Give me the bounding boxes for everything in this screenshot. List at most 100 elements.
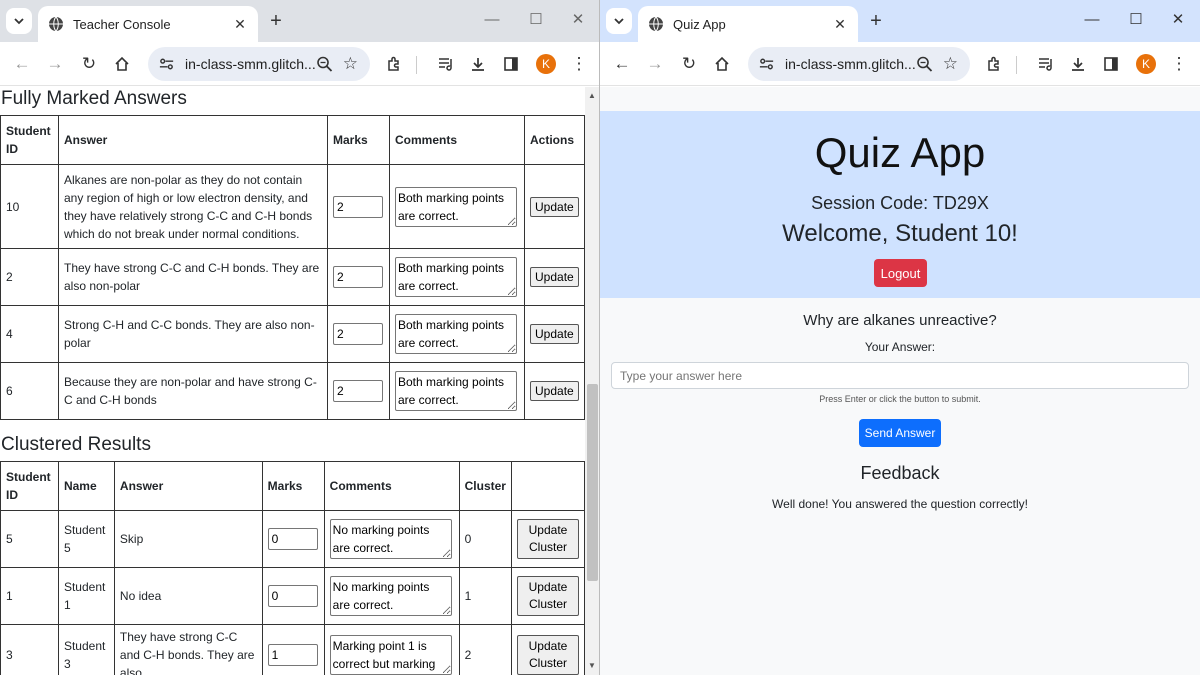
answer-cell: No idea [113, 567, 263, 625]
maximize-icon[interactable]: ☐ [1126, 10, 1146, 30]
action-cell: Update Cluster [511, 624, 585, 675]
comment-textarea[interactable]: No marking points are correct. [329, 519, 452, 559]
teacher-console-window: Teacher Console ✕ + — ☐ ✕ ← → ↻ in-class… [0, 0, 600, 675]
update-button[interactable]: Update [530, 324, 579, 344]
table-row: 3 Student 3 They have strong C-C and C-H… [0, 624, 585, 675]
zoom-icon[interactable] [916, 56, 933, 72]
back-icon[interactable]: ← [10, 52, 34, 76]
back-icon[interactable]: ← [610, 52, 634, 76]
marks-input[interactable] [333, 266, 383, 288]
reading-list-icon[interactable] [434, 52, 458, 76]
reload-icon[interactable]: ↻ [77, 52, 101, 76]
site-info-icon[interactable] [158, 55, 175, 73]
student-id-cell: 6 [0, 362, 59, 420]
answer-cell: Strong C-H and C-C bonds. They are also … [58, 305, 328, 363]
scroll-up-arrow-icon[interactable]: ▲ [588, 91, 596, 100]
marks-input[interactable] [267, 644, 318, 666]
zoom-icon[interactable] [316, 56, 333, 72]
menu-kebab-icon[interactable]: ⋮ [1167, 52, 1191, 76]
profile-avatar[interactable]: K [1136, 54, 1156, 74]
new-tab-button[interactable]: + [266, 10, 286, 32]
comments-cell: Both marking points are correct. [389, 362, 525, 420]
minimize-icon[interactable]: — [482, 10, 502, 30]
marks-cell [327, 305, 390, 363]
bookmark-star-icon[interactable]: ☆ [343, 54, 358, 74]
marks-cell [261, 510, 325, 568]
home-icon[interactable] [710, 52, 734, 76]
download-icon[interactable] [466, 52, 490, 76]
comment-textarea[interactable]: Both marking points are correct. [395, 186, 517, 227]
update-cluster-button[interactable]: Update Cluster [517, 576, 579, 616]
chevron-down-icon [614, 18, 624, 25]
profile-avatar[interactable]: K [536, 54, 556, 74]
browser-tab[interactable]: Teacher Console ✕ [38, 6, 258, 42]
reload-icon[interactable]: ↻ [677, 52, 701, 76]
quiz-app-window: Quiz App ✕ + — ☐ ✕ ← → ↻ in-class-smm.gl… [600, 0, 1200, 675]
site-info-icon[interactable] [758, 55, 775, 73]
answer-cell: They have strong C-C and C-H bonds. They… [58, 248, 328, 306]
extensions-icon[interactable] [382, 52, 406, 76]
marks-input[interactable] [333, 323, 383, 345]
home-icon[interactable] [110, 52, 134, 76]
session-code: Session Code: TD29X [811, 193, 989, 213]
forward-icon[interactable]: → [643, 52, 667, 76]
comment-textarea[interactable]: Both marking points are correct. [395, 257, 517, 297]
menu-kebab-icon[interactable]: ⋮ [567, 52, 591, 76]
answer-cell: Alkanes are non-polar as they do not con… [58, 164, 328, 249]
logout-button[interactable]: Logout [874, 259, 927, 287]
answer-cell: They have strong C-C and C-H bonds. They… [113, 624, 263, 675]
comment-textarea[interactable]: Marking point 1 is correct but marking [329, 635, 452, 675]
close-tab-icon[interactable]: ✕ [232, 16, 248, 33]
app-title: Quiz App [814, 129, 986, 176]
col-header-student-id: Student ID [0, 115, 59, 165]
address-bar[interactable]: in-class-smm.glitch... ☆ [748, 47, 970, 81]
answer-input[interactable] [611, 362, 1189, 389]
close-window-icon[interactable]: ✕ [568, 10, 588, 30]
tab-search-button[interactable] [6, 8, 32, 34]
maximize-icon[interactable]: ☐ [526, 10, 546, 30]
update-button[interactable]: Update [530, 381, 579, 401]
comments-cell: No marking points are correct. [323, 567, 460, 625]
marks-input[interactable] [333, 195, 383, 218]
fully-marked-table: Student ID Answer Marks Comments Actions… [0, 115, 585, 420]
update-cluster-button[interactable]: Update Cluster [517, 519, 579, 559]
close-window-icon[interactable]: ✕ [1168, 10, 1188, 30]
download-icon[interactable] [1066, 52, 1090, 76]
marks-input[interactable] [333, 380, 383, 402]
fully-marked-heading: Fully Marked Answers [1, 88, 187, 109]
new-tab-button[interactable]: + [866, 10, 886, 32]
side-panel-icon[interactable] [1099, 52, 1123, 76]
minimize-icon[interactable]: — [1082, 10, 1102, 30]
toolbar-separator [416, 56, 417, 74]
col-header-action [511, 461, 585, 511]
update-cluster-button[interactable]: Update Cluster [517, 635, 579, 675]
scrollbar-thumb[interactable] [587, 384, 598, 581]
address-bar[interactable]: in-class-smm.glitch... ☆ [148, 47, 370, 81]
bookmark-star-icon[interactable]: ☆ [943, 54, 958, 74]
send-answer-button[interactable]: Send Answer [859, 419, 941, 447]
name-cell: Student 5 [57, 510, 115, 568]
comment-textarea[interactable]: Both marking points are correct. [395, 314, 517, 354]
marks-input[interactable] [267, 585, 318, 607]
actions-cell: Update [524, 362, 585, 420]
comment-textarea[interactable]: Both marking points are correct. [395, 371, 517, 411]
close-tab-icon[interactable]: ✕ [832, 16, 848, 33]
update-button[interactable]: Update [530, 267, 579, 287]
feedback-heading: Feedback [860, 463, 940, 483]
forward-icon[interactable]: → [43, 52, 67, 76]
marks-input[interactable] [267, 528, 318, 550]
chevron-down-icon [14, 18, 24, 25]
side-panel-icon[interactable] [499, 52, 523, 76]
reading-list-icon[interactable] [1034, 52, 1058, 76]
quiz-app-content: Quiz App Session Code: TD29X Welcome, St… [600, 87, 1200, 675]
vertical-scrollbar[interactable]: ▲ ▼ [585, 87, 599, 675]
comment-textarea[interactable]: No marking points are correct. [329, 576, 452, 616]
tab-search-button[interactable] [606, 8, 632, 34]
extensions-icon[interactable] [982, 52, 1006, 76]
action-cell: Update Cluster [511, 510, 585, 568]
browser-tab[interactable]: Quiz App ✕ [638, 6, 858, 42]
col-header-marks: Marks [261, 461, 325, 511]
browser-toolbar: ← → ↻ in-class-smm.glitch... ☆ K ⋮ [0, 42, 599, 86]
update-button[interactable]: Update [530, 196, 579, 217]
scroll-down-arrow-icon[interactable]: ▼ [588, 661, 596, 670]
